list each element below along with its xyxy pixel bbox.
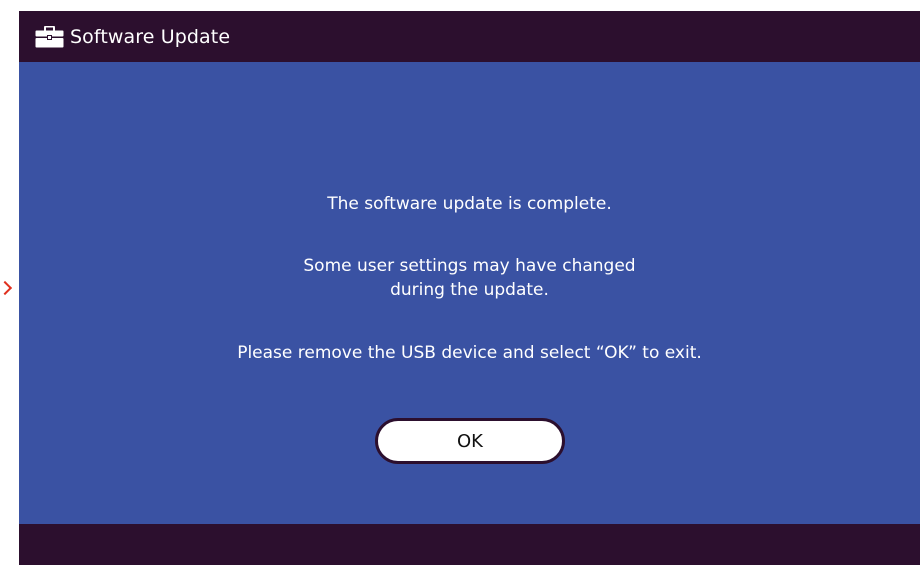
stage: Software Update The software update is c… [0, 0, 920, 565]
message-settings-line-2: during the update. [390, 280, 549, 300]
software-update-screen: Software Update The software update is c… [19, 11, 920, 565]
message-settings-line-1: Some user settings may have changed [303, 256, 636, 276]
message-update-complete: The software update is complete. [327, 194, 612, 214]
window-title: Software Update [70, 25, 231, 48]
ok-button[interactable]: OK [375, 418, 565, 464]
bottom-bar [19, 524, 920, 565]
message-remove-usb: Please remove the USB device and select … [237, 343, 702, 363]
chevron-right-icon [0, 280, 13, 296]
title-bar: Software Update [19, 11, 920, 62]
dialog-content: The software update is complete. Some us… [19, 62, 920, 524]
toolbox-icon [35, 25, 64, 48]
message-settings-changed: Some user settings may have changed duri… [19, 254, 920, 302]
